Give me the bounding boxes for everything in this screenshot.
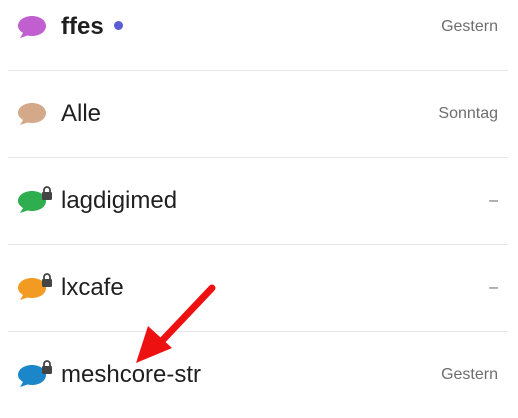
channel-name: Alle xyxy=(61,100,102,127)
channel-row-meshcore-str[interactable]: meshcore-str Gestern xyxy=(8,332,508,418)
channel-row-lagdigimed[interactable]: lagdigimed – xyxy=(8,158,508,245)
lock-icon xyxy=(42,273,52,287)
unread-dot xyxy=(113,21,123,31)
locked-chat-bubble-icon xyxy=(18,273,52,300)
channel-row-lxcafe[interactable]: lxcafe – xyxy=(8,245,508,332)
channel-list: ffes Gestern Alle Sonntag lagdigimed – l… xyxy=(8,0,508,418)
channel-time: Gestern xyxy=(441,366,498,383)
lock-icon xyxy=(42,360,52,374)
locked-chat-bubble-icon xyxy=(18,360,52,387)
channel-name: ffes xyxy=(61,13,123,41)
chat-bubble-icon xyxy=(18,103,46,125)
channel-name: lxcafe xyxy=(61,274,124,301)
channel-row-alle[interactable]: Alle Sonntag xyxy=(8,71,508,158)
channel-time: – xyxy=(489,192,498,209)
channel-row-ffes[interactable]: ffes Gestern xyxy=(8,0,508,71)
channel-time: Sonntag xyxy=(438,105,498,122)
channel-name: lagdigimed xyxy=(61,187,178,214)
channel-name: meshcore-str xyxy=(61,361,202,388)
channel-time: – xyxy=(489,279,498,296)
channel-time: Gestern xyxy=(441,18,498,35)
chat-bubble-icon xyxy=(18,16,46,38)
locked-chat-bubble-icon xyxy=(18,186,52,213)
lock-icon xyxy=(42,186,52,200)
